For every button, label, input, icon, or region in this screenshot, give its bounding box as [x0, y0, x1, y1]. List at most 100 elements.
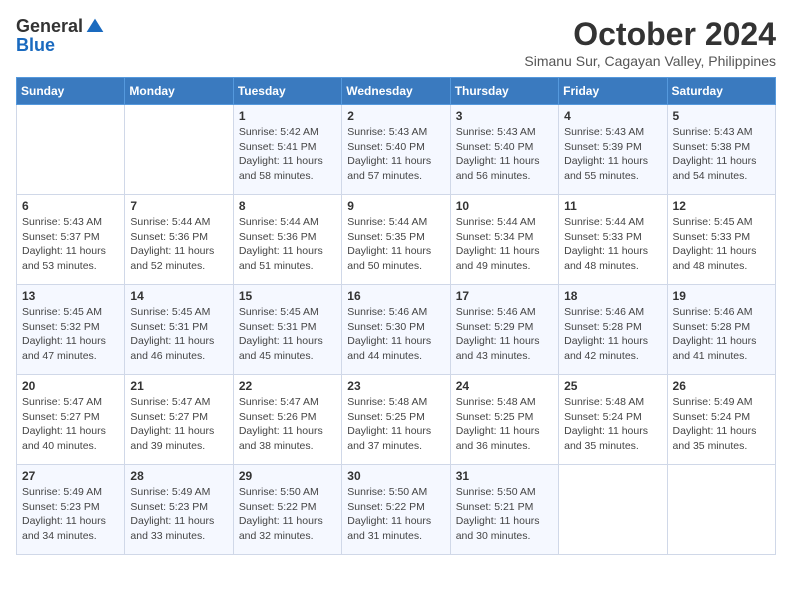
- day-info: Sunrise: 5:44 AM Sunset: 5:36 PM Dayligh…: [130, 215, 227, 274]
- day-cell: 7 Sunrise: 5:44 AM Sunset: 5:36 PM Daylig…: [125, 195, 233, 285]
- month-title: October 2024: [524, 16, 776, 53]
- day-cell: 31Sunrise: 5:50 AM Sunset: 5:21 PM Dayli…: [450, 465, 558, 555]
- calendar-body: 1 Sunrise: 5:42 AM Sunset: 5:41 PM Daylig…: [17, 105, 776, 555]
- subtitle: Simanu Sur, Cagayan Valley, Philippines: [524, 53, 776, 69]
- day-cell: 12Sunrise: 5:45 AM Sunset: 5:33 PM Dayli…: [667, 195, 775, 285]
- day-info: Sunrise: 5:43 AM Sunset: 5:37 PM Dayligh…: [22, 215, 119, 274]
- calendar-header: SundayMondayTuesdayWednesdayThursdayFrid…: [17, 78, 776, 105]
- day-number: 13: [22, 289, 119, 303]
- day-cell: 23 Sunrise: 5:48 AM Sunset: 5:25 PM Dayli…: [342, 375, 450, 465]
- day-number: 11: [564, 199, 661, 213]
- day-cell: 22 Sunrise: 5:47 AM Sunset: 5:26 PM Dayli…: [233, 375, 341, 465]
- day-info: Sunrise: 5:46 AM Sunset: 5:28 PM Dayligh…: [673, 305, 770, 364]
- day-number: 3: [456, 109, 553, 123]
- day-cell: 4 Sunrise: 5:43 AM Sunset: 5:39 PM Daylig…: [559, 105, 667, 195]
- day-info: Sunrise: 5:49 AM Sunset: 5:23 PM Dayligh…: [22, 485, 119, 544]
- day-number: 30: [347, 469, 444, 483]
- day-number: 7: [130, 199, 227, 213]
- day-number: 4: [564, 109, 661, 123]
- day-number: 15: [239, 289, 336, 303]
- day-info: Sunrise: 5:44 AM Sunset: 5:34 PM Dayligh…: [456, 215, 553, 274]
- day-number: 27: [22, 469, 119, 483]
- day-info: Sunrise: 5:47 AM Sunset: 5:26 PM Dayligh…: [239, 395, 336, 454]
- day-cell: [559, 465, 667, 555]
- day-info: Sunrise: 5:50 AM Sunset: 5:21 PM Dayligh…: [456, 485, 553, 544]
- week-row-4: 20 Sunrise: 5:47 AM Sunset: 5:27 PM Dayli…: [17, 375, 776, 465]
- page-header: General Blue October 2024 Simanu Sur, Ca…: [16, 16, 776, 69]
- day-info: Sunrise: 5:50 AM Sunset: 5:22 PM Dayligh…: [239, 485, 336, 544]
- title-block: October 2024 Simanu Sur, Cagayan Valley,…: [524, 16, 776, 69]
- day-number: 1: [239, 109, 336, 123]
- day-cell: 15Sunrise: 5:45 AM Sunset: 5:31 PM Dayli…: [233, 285, 341, 375]
- day-cell: 25 Sunrise: 5:48 AM Sunset: 5:24 PM Dayli…: [559, 375, 667, 465]
- day-number: 22: [239, 379, 336, 393]
- day-cell: 24 Sunrise: 5:48 AM Sunset: 5:25 PM Dayli…: [450, 375, 558, 465]
- day-cell: 30 Sunrise: 5:50 AM Sunset: 5:22 PM Dayli…: [342, 465, 450, 555]
- logo: General Blue: [16, 16, 105, 56]
- week-row-5: 27 Sunrise: 5:49 AM Sunset: 5:23 PM Dayli…: [17, 465, 776, 555]
- header-cell-sunday: Sunday: [17, 78, 125, 105]
- day-cell: 11 Sunrise: 5:44 AM Sunset: 5:33 PM Dayli…: [559, 195, 667, 285]
- day-info: Sunrise: 5:44 AM Sunset: 5:36 PM Dayligh…: [239, 215, 336, 274]
- day-number: 26: [673, 379, 770, 393]
- header-cell-saturday: Saturday: [667, 78, 775, 105]
- day-info: Sunrise: 5:48 AM Sunset: 5:24 PM Dayligh…: [564, 395, 661, 454]
- day-cell: 26 Sunrise: 5:49 AM Sunset: 5:24 PM Dayli…: [667, 375, 775, 465]
- day-cell: 18 Sunrise: 5:46 AM Sunset: 5:28 PM Dayli…: [559, 285, 667, 375]
- day-cell: 20 Sunrise: 5:47 AM Sunset: 5:27 PM Dayli…: [17, 375, 125, 465]
- day-cell: [125, 105, 233, 195]
- day-number: 19: [673, 289, 770, 303]
- day-number: 28: [130, 469, 227, 483]
- day-info: Sunrise: 5:45 AM Sunset: 5:32 PM Dayligh…: [22, 305, 119, 364]
- day-info: Sunrise: 5:43 AM Sunset: 5:40 PM Dayligh…: [347, 125, 444, 184]
- day-number: 18: [564, 289, 661, 303]
- day-cell: 27 Sunrise: 5:49 AM Sunset: 5:23 PM Dayli…: [17, 465, 125, 555]
- day-info: Sunrise: 5:43 AM Sunset: 5:39 PM Dayligh…: [564, 125, 661, 184]
- day-number: 20: [22, 379, 119, 393]
- header-cell-friday: Friday: [559, 78, 667, 105]
- day-info: Sunrise: 5:43 AM Sunset: 5:40 PM Dayligh…: [456, 125, 553, 184]
- day-info: Sunrise: 5:44 AM Sunset: 5:33 PM Dayligh…: [564, 215, 661, 274]
- day-info: Sunrise: 5:45 AM Sunset: 5:33 PM Dayligh…: [673, 215, 770, 274]
- day-cell: 29Sunrise: 5:50 AM Sunset: 5:22 PM Dayli…: [233, 465, 341, 555]
- day-info: Sunrise: 5:45 AM Sunset: 5:31 PM Dayligh…: [130, 305, 227, 364]
- week-row-2: 6Sunrise: 5:43 AM Sunset: 5:37 PM Daylig…: [17, 195, 776, 285]
- day-number: 23: [347, 379, 444, 393]
- day-info: Sunrise: 5:49 AM Sunset: 5:24 PM Dayligh…: [673, 395, 770, 454]
- day-cell: 5Sunrise: 5:43 AM Sunset: 5:38 PM Daylig…: [667, 105, 775, 195]
- header-cell-monday: Monday: [125, 78, 233, 105]
- day-number: 17: [456, 289, 553, 303]
- calendar-table: SundayMondayTuesdayWednesdayThursdayFrid…: [16, 77, 776, 555]
- day-number: 8: [239, 199, 336, 213]
- day-info: Sunrise: 5:50 AM Sunset: 5:22 PM Dayligh…: [347, 485, 444, 544]
- day-info: Sunrise: 5:49 AM Sunset: 5:23 PM Dayligh…: [130, 485, 227, 544]
- day-cell: 10 Sunrise: 5:44 AM Sunset: 5:34 PM Dayli…: [450, 195, 558, 285]
- header-cell-thursday: Thursday: [450, 78, 558, 105]
- day-cell: [17, 105, 125, 195]
- day-number: 10: [456, 199, 553, 213]
- day-number: 21: [130, 379, 227, 393]
- day-info: Sunrise: 5:48 AM Sunset: 5:25 PM Dayligh…: [347, 395, 444, 454]
- day-cell: 8 Sunrise: 5:44 AM Sunset: 5:36 PM Daylig…: [233, 195, 341, 285]
- day-number: 24: [456, 379, 553, 393]
- day-number: 9: [347, 199, 444, 213]
- day-number: 14: [130, 289, 227, 303]
- day-info: Sunrise: 5:43 AM Sunset: 5:38 PM Dayligh…: [673, 125, 770, 184]
- day-info: Sunrise: 5:48 AM Sunset: 5:25 PM Dayligh…: [456, 395, 553, 454]
- day-cell: 14 Sunrise: 5:45 AM Sunset: 5:31 PM Dayli…: [125, 285, 233, 375]
- day-cell: 13 Sunrise: 5:45 AM Sunset: 5:32 PM Dayli…: [17, 285, 125, 375]
- day-info: Sunrise: 5:47 AM Sunset: 5:27 PM Dayligh…: [22, 395, 119, 454]
- day-cell: 3 Sunrise: 5:43 AM Sunset: 5:40 PM Daylig…: [450, 105, 558, 195]
- day-cell: 2Sunrise: 5:43 AM Sunset: 5:40 PM Daylig…: [342, 105, 450, 195]
- day-cell: 16Sunrise: 5:46 AM Sunset: 5:30 PM Dayli…: [342, 285, 450, 375]
- day-info: Sunrise: 5:47 AM Sunset: 5:27 PM Dayligh…: [130, 395, 227, 454]
- day-cell: 28 Sunrise: 5:49 AM Sunset: 5:23 PM Dayli…: [125, 465, 233, 555]
- day-info: Sunrise: 5:42 AM Sunset: 5:41 PM Dayligh…: [239, 125, 336, 184]
- day-cell: 6Sunrise: 5:43 AM Sunset: 5:37 PM Daylig…: [17, 195, 125, 285]
- logo-general: General: [16, 16, 83, 37]
- week-row-1: 1 Sunrise: 5:42 AM Sunset: 5:41 PM Daylig…: [17, 105, 776, 195]
- header-row: SundayMondayTuesdayWednesdayThursdayFrid…: [17, 78, 776, 105]
- day-info: Sunrise: 5:46 AM Sunset: 5:28 PM Dayligh…: [564, 305, 661, 364]
- day-number: 25: [564, 379, 661, 393]
- logo-blue: Blue: [16, 35, 55, 56]
